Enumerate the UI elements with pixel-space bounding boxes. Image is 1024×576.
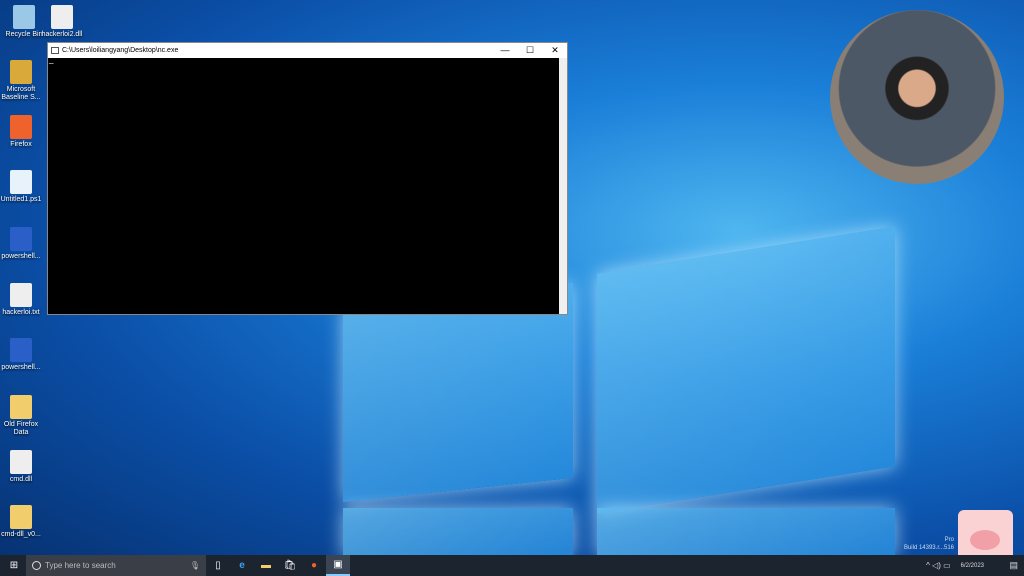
desktop-icon[interactable]: cmd-dll_v0... — [0, 505, 45, 539]
file-icon — [10, 450, 32, 474]
desktop-icon[interactable]: hackerloi.txt — [0, 283, 45, 317]
desktop-icon[interactable]: Firefox — [0, 115, 45, 149]
desktop-icon-label: hackerloi.txt — [2, 309, 40, 316]
system-tray[interactable]: ^ ◁) ▭ — [926, 561, 951, 570]
desktop-icon-label: powershell... — [1, 364, 41, 371]
logo-pane-bl — [343, 508, 573, 556]
clock-date[interactable]: 6/2/2023 — [961, 563, 984, 569]
console-icon — [51, 47, 59, 54]
logo-pane-br — [597, 508, 895, 556]
desktop-icon-label: Untitled1.ps1 — [0, 196, 42, 203]
desktop-icon-label: Old Firefox Data — [3, 421, 39, 436]
desktop-icon-label: cmd-dll_v0... — [1, 531, 41, 538]
desktop-icon[interactable]: cmd.dll — [0, 450, 45, 484]
taskbar: ⊞ Type here to search 🎙 ▯ e ▬ 🛍 ● ▣ ^ ◁)… — [0, 555, 1024, 576]
desktop-icon[interactable]: Old Firefox Data — [0, 395, 45, 437]
file-icon — [10, 227, 32, 251]
search-box[interactable]: Type here to search 🎙 — [26, 555, 206, 576]
desktop-icon[interactable]: Microsoft Baseline S... — [0, 60, 45, 102]
desktop-icon-label: powershell... — [1, 253, 41, 260]
close-button[interactable]: ✕ — [543, 43, 567, 58]
watermark-edition: Pro — [944, 537, 954, 543]
desktop-icon[interactable]: powershell... — [0, 338, 45, 372]
console-cursor: _ — [49, 55, 54, 64]
cortana-icon — [32, 561, 41, 570]
file-icon — [10, 115, 32, 139]
notification-icon[interactable]: ▤ — [1009, 560, 1018, 571]
desktop-icon[interactable]: powershell... — [0, 227, 45, 261]
store-icon[interactable]: 🛍 — [278, 555, 302, 576]
title-bar[interactable]: C:\Users\loiliangyang\Desktop\nc.exe — ☐… — [48, 43, 567, 58]
file-icon — [10, 395, 32, 419]
task-view-icon[interactable]: ▯ — [206, 555, 230, 576]
edge-icon[interactable]: e — [230, 555, 254, 576]
watermark-build: Build 14393.r...516 — [903, 545, 954, 551]
microphone-icon[interactable]: 🎙 — [190, 561, 200, 570]
file-icon — [10, 338, 32, 362]
desktop-icon[interactable]: Untitled1.ps1 — [0, 170, 45, 204]
logo-pane-tr — [597, 226, 895, 514]
minimize-button[interactable]: — — [493, 43, 517, 58]
file-icon — [51, 5, 73, 29]
file-explorer-icon[interactable]: ▬ — [254, 555, 278, 576]
scrollbar[interactable] — [559, 58, 567, 314]
firefox-icon[interactable]: ● — [302, 555, 326, 576]
maximize-button[interactable]: ☐ — [518, 43, 542, 58]
desktop-icon[interactable]: hackerloi2.dll — [38, 5, 86, 39]
nc-console-window[interactable]: C:\Users\loiliangyang\Desktop\nc.exe — ☐… — [47, 42, 568, 315]
console-taskbar-icon[interactable]: ▣ — [326, 555, 350, 576]
window-title: C:\Users\loiliangyang\Desktop\nc.exe — [62, 47, 179, 54]
start-windows-icon[interactable]: ⊞ — [2, 555, 26, 576]
desktop-icon-label: hackerloi2.dll — [41, 31, 83, 38]
file-icon — [10, 60, 32, 84]
file-icon — [10, 505, 32, 529]
webcam-overlay — [830, 10, 1004, 184]
logo-pane-tl — [343, 282, 573, 503]
desktop-icon-label: cmd.dll — [9, 476, 33, 483]
desktop-icon-label: Microsoft Baseline S... — [1, 86, 41, 101]
search-placeholder: Type here to search — [45, 561, 116, 570]
file-icon — [10, 170, 32, 194]
desktop-icon-label: Firefox — [10, 141, 32, 148]
file-icon — [13, 5, 35, 29]
os-watermark: Pro Build 14393.r...516 — [904, 536, 954, 552]
file-icon — [10, 283, 32, 307]
